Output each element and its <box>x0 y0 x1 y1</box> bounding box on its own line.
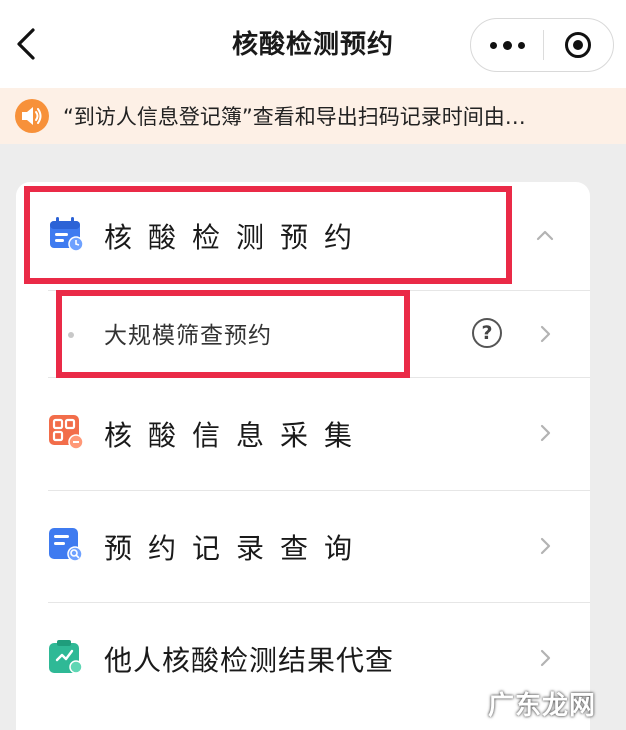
watermark: 广东龙网 <box>487 691 596 721</box>
menu-item-info-collection[interactable]: 核酸信息采集 <box>16 378 590 490</box>
notice-banner[interactable]: “到访人信息登记簿”查看和导出扫码记录时间由… <box>0 88 626 144</box>
record-circle-icon <box>565 32 591 58</box>
nav-bar: 核酸检测预约 <box>0 0 626 88</box>
menu-item-label: 他人核酸检测结果代查 <box>104 644 395 677</box>
chevron-right-icon <box>540 537 551 555</box>
chevron-right-icon <box>540 424 551 442</box>
close-button[interactable] <box>544 19 612 71</box>
highlight-box-mass-screening <box>56 290 410 378</box>
chevron-right-icon <box>540 649 551 667</box>
notice-text: “到访人信息登记簿”查看和导出扫码记录时间由… <box>63 105 526 129</box>
chevron-up-icon <box>536 230 554 241</box>
more-button[interactable] <box>471 19 543 71</box>
more-dots-icon <box>487 40 528 50</box>
document-search-icon <box>49 528 83 562</box>
clipboard-check-icon <box>49 640 83 674</box>
mini-program-capsule <box>470 18 614 72</box>
qr-grid-icon <box>49 415 84 450</box>
highlight-box-appointment <box>24 186 512 284</box>
question-icon[interactable]: ? <box>472 318 502 348</box>
menu-item-record-query[interactable]: 预约记录查询 <box>16 491 590 603</box>
speaker-icon <box>15 99 49 133</box>
menu-item-label: 核酸信息采集 <box>104 419 369 452</box>
menu-item-label: 预约记录查询 <box>104 532 369 565</box>
chevron-right-icon <box>540 325 551 343</box>
